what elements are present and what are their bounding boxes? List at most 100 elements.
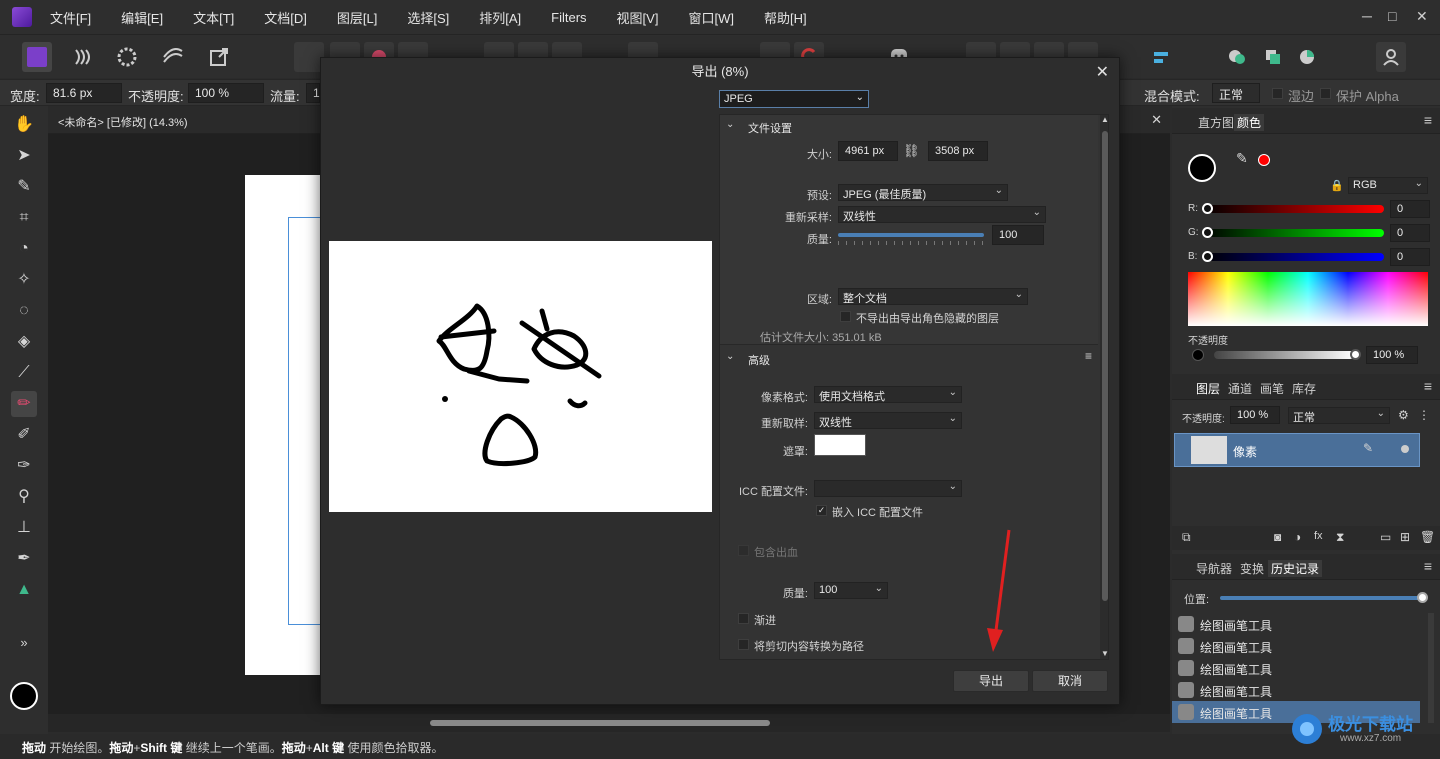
- develop-persona-icon[interactable]: [112, 42, 142, 72]
- paint-brush-tool-icon[interactable]: ✏: [11, 391, 37, 417]
- crop-tool-icon[interactable]: ⌗: [11, 205, 37, 231]
- link-dimensions-icon[interactable]: ⛓: [903, 143, 920, 159]
- advanced-resample-select[interactable]: 双线性 ⌄: [814, 412, 962, 429]
- menu-select[interactable]: 选择[S]: [407, 8, 449, 27]
- history-item[interactable]: 绘图画笔工具: [1172, 613, 1420, 635]
- lock-icon[interactable]: 🔒: [1330, 179, 1344, 192]
- g-slider[interactable]: [1204, 229, 1384, 237]
- color-spectrum[interactable]: [1188, 272, 1428, 326]
- icc-profile-select[interactable]: ⌄: [814, 480, 962, 497]
- close-document-icon[interactable]: ✕: [1151, 112, 1162, 128]
- menu-view[interactable]: 视图[V]: [617, 8, 659, 27]
- group-folder-icon[interactable]: ▭: [1380, 530, 1391, 544]
- wet-edges-checkbox[interactable]: [1272, 88, 1283, 99]
- picked-color-swatch[interactable]: [1258, 154, 1270, 166]
- menu-filters[interactable]: Filters: [551, 10, 586, 25]
- blend-mode-select[interactable]: 正常: [1212, 83, 1260, 103]
- tab-transform[interactable]: 变换: [1240, 560, 1264, 577]
- gradient-tool-icon[interactable]: ⟋: [11, 360, 37, 386]
- settings-scrollbar[interactable]: ▲ ▼: [1100, 115, 1108, 659]
- b-slider[interactable]: [1204, 253, 1384, 261]
- eyedropper-icon[interactable]: ✎: [1236, 150, 1248, 167]
- document-tab-title[interactable]: <未命名> [已修改] (14.3%): [58, 114, 188, 130]
- clip-to-path-checkbox[interactable]: [738, 639, 749, 650]
- menu-file[interactable]: 文件[F]: [50, 8, 91, 27]
- tab-stock[interactable]: 库存: [1292, 380, 1316, 397]
- primary-color-swatch[interactable]: [10, 682, 38, 710]
- history-item[interactable]: 绘图画笔工具: [1172, 679, 1420, 701]
- align-panel-icon[interactable]: [1146, 42, 1176, 72]
- freehand-select-icon[interactable]: ◌: [11, 298, 37, 324]
- menu-layer[interactable]: 图层[L]: [337, 8, 377, 27]
- hidden-layers-checkbox[interactable]: [840, 311, 851, 322]
- progressive-checkbox[interactable]: [738, 613, 749, 624]
- menu-text[interactable]: 文本[T]: [193, 8, 234, 27]
- opacity-slider-knob[interactable]: [1350, 349, 1361, 360]
- advanced-quality-select[interactable]: 100 ⌄: [814, 582, 888, 599]
- menu-edit[interactable]: 编辑[E]: [121, 8, 163, 27]
- pixel-format-select[interactable]: 使用文档格式 ⌄: [814, 386, 962, 403]
- liquify-persona-icon[interactable]: [68, 42, 98, 72]
- layer-blend-select[interactable]: 正常 ⌄: [1288, 407, 1390, 424]
- document-page[interactable]: [245, 175, 328, 675]
- history-item[interactable]: 绘图画笔工具: [1172, 635, 1420, 657]
- wheel-icon[interactable]: [1292, 42, 1322, 72]
- account-icon[interactable]: [1376, 42, 1406, 72]
- preset-select[interactable]: JPEG (最佳质量) ⌄: [838, 184, 1008, 201]
- hand-tool-icon[interactable]: ✋: [11, 112, 37, 138]
- color-picker-tool-icon[interactable]: ✎: [11, 174, 37, 200]
- more-tools-chevron-icon[interactable]: »: [11, 630, 37, 656]
- horizontal-scrollbar[interactable]: [48, 714, 1170, 732]
- protect-alpha-checkbox[interactable]: [1320, 88, 1331, 99]
- embed-icc-checkbox[interactable]: ✓: [816, 505, 827, 516]
- menu-help[interactable]: 帮助[H]: [764, 8, 807, 27]
- mask-layer-icon[interactable]: ◙: [1274, 530, 1281, 544]
- layer-settings-gear-icon[interactable]: ⚙: [1398, 408, 1409, 422]
- boolean-icon[interactable]: [1258, 42, 1288, 72]
- r-slider[interactable]: [1204, 205, 1384, 213]
- flood-select-icon[interactable]: ✧: [11, 267, 37, 293]
- add-layer-icon[interactable]: ⊞: [1400, 530, 1410, 544]
- move-tool-icon[interactable]: ➤: [11, 143, 37, 169]
- export-format-select[interactable]: JPEG ⌄: [719, 90, 869, 108]
- opacity-slider[interactable]: [1214, 351, 1354, 359]
- tab-channels[interactable]: 通道: [1228, 380, 1252, 397]
- panel-menu-icon[interactable]: ≡: [1424, 378, 1432, 394]
- history-position-slider[interactable]: [1220, 596, 1420, 600]
- layer-name[interactable]: 像素: [1233, 443, 1257, 460]
- layer-options-icon[interactable]: ⋮: [1418, 408, 1430, 422]
- quality-field[interactable]: 100: [992, 225, 1044, 245]
- tab-navigator[interactable]: 导航器: [1196, 560, 1232, 577]
- selection-brush-icon[interactable]: ◔: [11, 236, 37, 262]
- clone-brush-icon[interactable]: ⊥: [11, 515, 37, 541]
- menu-arrange[interactable]: 排列[A]: [479, 8, 521, 27]
- tab-color[interactable]: 颜色: [1234, 114, 1265, 131]
- flow-field[interactable]: 1: [306, 83, 320, 103]
- export-width-field[interactable]: 4961 px: [838, 141, 898, 161]
- tone-mapping-persona-icon[interactable]: [158, 42, 188, 72]
- r-slider-knob[interactable]: [1202, 203, 1213, 214]
- width-field[interactable]: 81.6 px: [46, 83, 122, 103]
- tab-brushes[interactable]: 画笔: [1260, 380, 1284, 397]
- maximize-button[interactable]: □: [1388, 8, 1396, 24]
- collapse-chevron-icon[interactable]: ⌄: [726, 351, 734, 362]
- settings-scroll-thumb[interactable]: [1102, 131, 1108, 601]
- export-button[interactable]: 导出: [953, 670, 1029, 692]
- export-persona-icon[interactable]: [204, 42, 234, 72]
- pen-tool-icon[interactable]: ▲: [11, 577, 37, 603]
- history-scrollbar[interactable]: [1428, 613, 1434, 723]
- resample-select[interactable]: 双线性 ⌄: [838, 206, 1046, 223]
- photo-persona-icon[interactable]: [22, 42, 52, 72]
- opacity-value[interactable]: 100 %: [1366, 346, 1418, 364]
- quality-slider[interactable]: [838, 233, 984, 237]
- close-window-button[interactable]: ✕: [1416, 8, 1428, 25]
- scroll-down-icon[interactable]: ▼: [1101, 649, 1108, 658]
- include-bleed-checkbox[interactable]: [738, 545, 749, 556]
- minimize-button[interactable]: ─: [1362, 8, 1372, 24]
- adjustment-layer-icon[interactable]: ◑: [1294, 530, 1301, 544]
- live-filter-icon[interactable]: ⧗: [1336, 530, 1344, 545]
- dodge-brush-icon[interactable]: ✐: [11, 422, 37, 448]
- b-value[interactable]: 0: [1390, 248, 1430, 266]
- section-menu-icon[interactable]: ≡: [1085, 349, 1092, 363]
- menu-window[interactable]: 窗口[W]: [688, 8, 734, 27]
